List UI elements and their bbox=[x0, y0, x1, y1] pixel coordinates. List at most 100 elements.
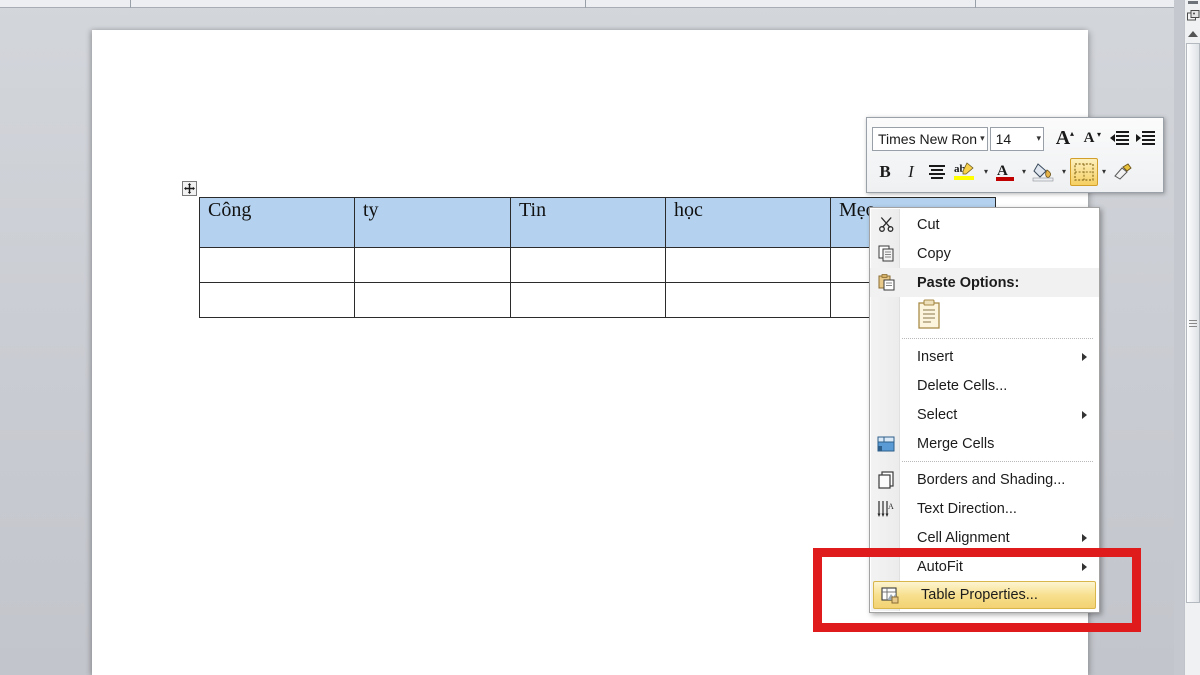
decrease-indent-icon bbox=[1110, 130, 1129, 145]
submenu-arrow-icon bbox=[1082, 410, 1087, 419]
chevron-down-icon[interactable]: ▾ bbox=[1058, 167, 1070, 176]
increase-indent-icon bbox=[1136, 130, 1155, 145]
table-cell-r1c3[interactable]: Tin bbox=[510, 197, 666, 248]
table-properties-icon bbox=[876, 586, 904, 604]
table-cell-r3c2[interactable] bbox=[354, 282, 511, 318]
table-cell-r1c2[interactable]: ty bbox=[354, 197, 511, 248]
borders-button[interactable] bbox=[1070, 157, 1098, 186]
scrollbar-up-arrow-button[interactable] bbox=[1186, 27, 1200, 40]
merge-cells-icon bbox=[872, 436, 900, 452]
highlighter-icon: ab bbox=[954, 161, 974, 180]
italic-button[interactable]: I bbox=[898, 158, 924, 186]
menu-item-text-direction[interactable]: A Text Direction... bbox=[870, 494, 1099, 523]
menu-item-label: Borders and Shading... bbox=[917, 471, 1066, 488]
ruler-tick bbox=[585, 0, 586, 8]
mini-toolbar-row-1: Times New Ron ▾ 14 ▾ A ▴ A ▾ bbox=[872, 122, 1158, 155]
font-name-combobox[interactable]: Times New Ron ▾ bbox=[872, 126, 988, 151]
menu-item-autofit[interactable]: AutoFit bbox=[870, 552, 1099, 581]
menu-item-table-properties[interactable]: Table Properties... bbox=[873, 581, 1096, 609]
select-browse-object-icon[interactable] bbox=[1186, 8, 1200, 24]
font-color-icon: A bbox=[996, 163, 1014, 181]
submenu-arrow-icon bbox=[1082, 562, 1087, 571]
text-highlight-color-button[interactable]: ab bbox=[950, 158, 980, 186]
text-direction-icon: A bbox=[872, 500, 900, 518]
grow-font-label: A bbox=[1055, 127, 1071, 149]
paste-option-keep-source-formatting[interactable] bbox=[870, 297, 1099, 335]
scrollbar-grip-icon bbox=[1189, 319, 1197, 327]
caret-up-icon: ▴ bbox=[1069, 128, 1074, 138]
menu-separator bbox=[902, 338, 1093, 339]
mini-formatting-toolbar[interactable]: Times New Ron ▾ 14 ▾ A ▴ A ▾ B I ab ▾ A … bbox=[866, 117, 1164, 193]
table-cell-r1c4[interactable]: học bbox=[665, 197, 831, 248]
table-cell-r2c4[interactable] bbox=[665, 247, 831, 283]
menu-item-label: Merge Cells bbox=[917, 435, 995, 452]
menu-item-label: Table Properties... bbox=[921, 587, 1038, 603]
horizontal-ruler[interactable] bbox=[0, 0, 1200, 8]
shrink-font-button[interactable]: A ▾ bbox=[1076, 125, 1102, 153]
menu-item-label: Copy bbox=[917, 245, 951, 262]
font-size-value: 14 bbox=[995, 130, 1012, 147]
center-align-button[interactable] bbox=[924, 158, 950, 186]
chevron-down-icon[interactable]: ▾ bbox=[1098, 167, 1110, 176]
ruler-tick bbox=[975, 0, 976, 8]
vertical-scrollbar[interactable] bbox=[1184, 0, 1200, 675]
menu-item-label: Paste Options: bbox=[917, 274, 1020, 291]
grow-font-button[interactable]: A ▴ bbox=[1050, 125, 1076, 153]
shading-button[interactable] bbox=[1030, 158, 1058, 186]
scrollbar-top-marker bbox=[1188, 1, 1198, 4]
svg-text:A: A bbox=[997, 163, 1008, 179]
bold-label: B bbox=[879, 161, 891, 181]
cell-text: Tin bbox=[519, 199, 547, 221]
menu-item-delete-cells[interactable]: Delete Cells... bbox=[870, 371, 1099, 400]
table-cell-r3c3[interactable] bbox=[510, 282, 666, 318]
shrink-font-label: A bbox=[1083, 130, 1095, 146]
menu-item-cut[interactable]: Cut bbox=[870, 210, 1099, 239]
table-cell-r1c1[interactable]: Công bbox=[199, 197, 355, 248]
triangle-up-icon bbox=[1188, 30, 1198, 37]
menu-item-label: Text Direction... bbox=[917, 500, 1017, 517]
font-size-combobox[interactable]: 14 ▾ bbox=[989, 126, 1044, 151]
format-painter-button[interactable] bbox=[1110, 158, 1136, 186]
table-cell-r3c1[interactable] bbox=[199, 282, 355, 318]
move-cross-icon bbox=[184, 183, 195, 194]
italic-label: I bbox=[908, 161, 914, 181]
scrollbar-thumb[interactable] bbox=[1186, 43, 1200, 603]
mini-toolbar-row-2: B I ab ▾ A ▾ ▾ ▾ bbox=[872, 155, 1158, 188]
menu-item-borders-and-shading[interactable]: Borders and Shading... bbox=[870, 465, 1099, 494]
menu-item-label: Cell Alignment bbox=[917, 529, 1010, 546]
chevron-down-icon[interactable]: ▾ bbox=[980, 167, 992, 176]
table-cell-r3c4[interactable] bbox=[665, 282, 831, 318]
caret-down-icon: ▾ bbox=[1096, 129, 1101, 139]
menu-item-cell-alignment[interactable]: Cell Alignment bbox=[870, 523, 1099, 552]
menu-item-label: Cut bbox=[917, 216, 940, 233]
menu-item-insert[interactable]: Insert bbox=[870, 342, 1099, 371]
menu-item-copy[interactable]: Copy bbox=[870, 239, 1099, 268]
font-name-value: Times New Ron bbox=[878, 130, 978, 147]
decrease-indent-button[interactable] bbox=[1106, 125, 1132, 153]
table-cell-r2c1[interactable] bbox=[199, 247, 355, 283]
chevron-down-icon: ▾ bbox=[980, 133, 985, 143]
menu-separator bbox=[902, 461, 1093, 462]
cell-text: Công bbox=[208, 199, 252, 221]
submenu-arrow-icon bbox=[1082, 352, 1087, 361]
svg-text:A: A bbox=[888, 502, 894, 511]
menu-item-select[interactable]: Select bbox=[870, 400, 1099, 429]
menu-item-label: Insert bbox=[917, 348, 954, 365]
format-painter-icon bbox=[1114, 162, 1132, 180]
font-color-button[interactable]: A bbox=[992, 158, 1018, 186]
menu-item-merge-cells[interactable]: Merge Cells bbox=[870, 429, 1099, 458]
borders-shading-icon bbox=[872, 470, 900, 489]
window-right-edge bbox=[1174, 0, 1184, 675]
submenu-arrow-icon bbox=[1082, 533, 1087, 542]
table-context-menu[interactable]: Cut Copy Paste Options: Insert Delete Ce… bbox=[869, 207, 1100, 613]
copy-icon bbox=[872, 245, 900, 262]
paint-bucket-icon bbox=[1032, 162, 1054, 181]
table-cell-r2c2[interactable] bbox=[354, 247, 511, 283]
table-cell-r2c3[interactable] bbox=[510, 247, 666, 283]
ruler-tick bbox=[130, 0, 131, 8]
increase-indent-button[interactable] bbox=[1132, 125, 1158, 153]
bold-button[interactable]: B bbox=[872, 158, 898, 186]
chevron-down-icon[interactable]: ▾ bbox=[1018, 167, 1030, 176]
table-move-handle[interactable] bbox=[182, 181, 197, 196]
borders-icon bbox=[1074, 162, 1094, 181]
